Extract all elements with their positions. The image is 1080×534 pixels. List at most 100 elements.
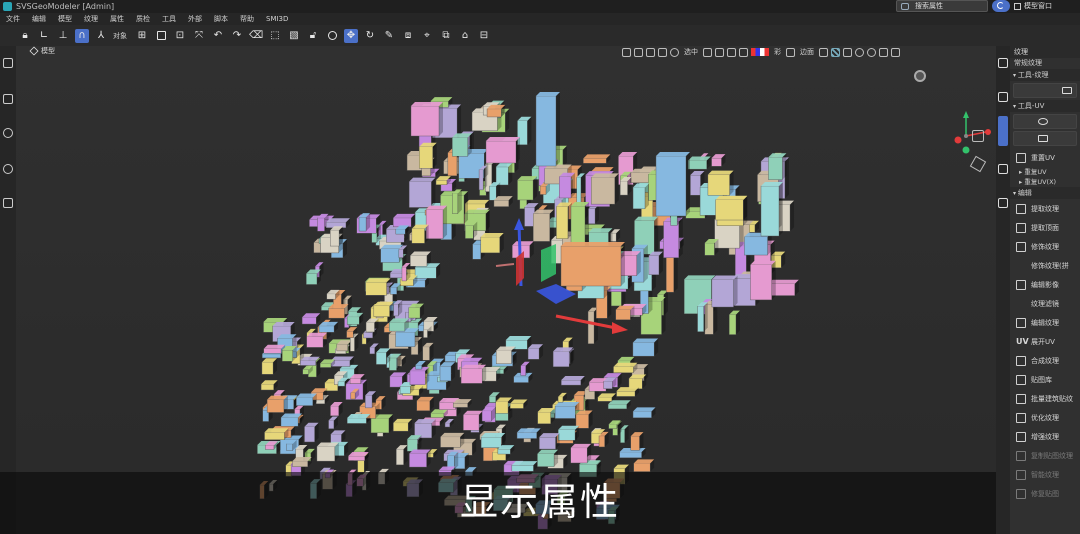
transform-tool[interactable]: ⤧	[192, 29, 206, 43]
measure-angle-tool[interactable]: ∟	[37, 29, 51, 43]
uv-tree-item-1[interactable]: 重复UV	[1010, 167, 1080, 177]
lock-tool[interactable]: 🔒︎	[18, 29, 32, 43]
eye-icon[interactable]	[658, 47, 667, 57]
select-mode-icon[interactable]	[670, 47, 679, 57]
uv-tree-item-2[interactable]: 重复UV(X)	[1010, 177, 1080, 187]
select-box-tool[interactable]: ⬚	[268, 29, 282, 43]
align-tool[interactable]: ⊞	[135, 29, 149, 43]
object-dropdown[interactable]: 对象	[113, 31, 127, 41]
view-mode-dropdown[interactable]: 模型	[29, 46, 55, 56]
menu-external[interactable]: 外部	[182, 14, 208, 24]
cube-icon[interactable]	[998, 58, 1008, 68]
menu-texture[interactable]: 纹理	[78, 14, 104, 24]
wire-icon[interactable]	[786, 47, 795, 57]
chart-tool[interactable]: ⧉	[439, 29, 453, 43]
panel-subtitle[interactable]: 常规纹理	[1010, 58, 1080, 69]
menu-help[interactable]: 帮助	[234, 14, 260, 24]
display-icon[interactable]	[622, 47, 631, 57]
camera-icon[interactable]	[646, 47, 655, 57]
3d-viewport[interactable]	[16, 46, 996, 534]
edit-item[interactable]: 贴图库	[1010, 370, 1080, 389]
reset-uv-button[interactable]: 重置UV	[1010, 148, 1080, 167]
list-icon[interactable]	[3, 94, 13, 104]
measure-height-tool[interactable]: ⊥	[56, 29, 70, 43]
clear-texture-button[interactable]	[1013, 83, 1077, 98]
undo-icon[interactable]: ↶	[211, 29, 225, 43]
pivot-tool[interactable]: ⊡	[173, 29, 187, 43]
edit-item[interactable]: UV 展开UV	[1010, 332, 1080, 351]
wrench-icon[interactable]	[998, 164, 1008, 174]
edit-item[interactable]: 提取顶面	[1010, 218, 1080, 237]
menu-script[interactable]: 脚本	[208, 14, 234, 24]
property-search-input[interactable]: 搜索属性	[896, 0, 988, 12]
color-mode-label[interactable]: 彩	[774, 47, 781, 57]
section-tool-uv[interactable]: 工具-UV	[1010, 100, 1080, 112]
layers-icon[interactable]	[3, 198, 13, 208]
texture-panel-icon[interactable]	[998, 116, 1008, 146]
edit-item[interactable]: 复制贴图纹理	[1010, 446, 1080, 465]
box-icon[interactable]	[819, 47, 828, 57]
section-edit[interactable]: 编辑	[1010, 187, 1080, 199]
menu-edit[interactable]: 编辑	[26, 14, 52, 24]
color-swatch-icon[interactable]	[751, 48, 769, 56]
settings-icon[interactable]	[867, 47, 876, 57]
cube-icon[interactable]	[3, 58, 13, 68]
texture-tool[interactable]: ▧	[287, 29, 301, 43]
tag-tool[interactable]: ⌖	[420, 29, 434, 43]
edit-item[interactable]: 提取纹理	[1010, 199, 1080, 218]
edit-item[interactable]: 修饰纹理	[1010, 237, 1080, 256]
snapshot-icon[interactable]	[879, 47, 888, 57]
edit-item[interactable]: 智能纹理	[1010, 465, 1080, 484]
shade-icon[interactable]	[715, 47, 724, 57]
section-tool-texture[interactable]: 工具-纹理	[1010, 69, 1080, 81]
frame-tool[interactable]: ⧈	[401, 29, 415, 43]
model-window-menu[interactable]: 模型窗口	[1014, 0, 1052, 12]
edit-item[interactable]: 编辑纹理	[1010, 313, 1080, 332]
uv-undo-button[interactable]	[1013, 114, 1077, 129]
grid-view-icon[interactable]	[739, 47, 748, 57]
redo-icon[interactable]: ↷	[230, 29, 244, 43]
edit-item[interactable]: 修复贴图	[1010, 484, 1080, 503]
building-tool[interactable]: ⌂	[458, 29, 472, 43]
checker-grid-icon[interactable]	[831, 47, 840, 57]
edit-item[interactable]: 合成纹理	[1010, 351, 1080, 370]
menu-model[interactable]: 模型	[52, 14, 78, 24]
point-icon[interactable]	[855, 47, 864, 57]
erase-tool[interactable]: ⌫	[249, 29, 263, 43]
edit-item[interactable]: 编辑影像	[1010, 275, 1080, 294]
uv-split-button[interactable]	[1013, 131, 1077, 146]
rotate-tool[interactable]: ↻	[363, 29, 377, 43]
view-sphere-icon[interactable]	[914, 70, 926, 82]
edit-item[interactable]: 增强纹理	[1010, 427, 1080, 446]
edit-item[interactable]: 纹理滤镜	[1010, 294, 1080, 313]
menu-tools[interactable]: 工具	[156, 14, 182, 24]
lock-object-tool[interactable]: 🔓︎	[306, 29, 320, 43]
edge-face-label[interactable]: 边面	[800, 47, 814, 57]
light-icon[interactable]	[703, 47, 712, 57]
render-icon[interactable]	[634, 47, 643, 57]
texture-view-icon[interactable]	[727, 47, 736, 57]
snap-tool[interactable]: ∩	[75, 28, 89, 43]
frame-icon[interactable]	[998, 92, 1008, 102]
book-icon[interactable]	[998, 198, 1008, 208]
layer-icon[interactable]	[843, 47, 852, 57]
edit-item[interactable]: 修饰纹理(拼	[1010, 256, 1080, 275]
sync-button[interactable]	[992, 0, 1010, 12]
fullscreen-icon[interactable]	[891, 47, 900, 57]
menu-qc[interactable]: 质检	[130, 14, 156, 24]
grid-tool[interactable]: ⊟	[477, 29, 491, 43]
axis-tool[interactable]: ⅄	[94, 29, 108, 43]
zoom-icon[interactable]	[3, 164, 13, 174]
select-mode-label[interactable]: 选中	[684, 47, 698, 57]
search-icon[interactable]	[3, 128, 13, 138]
building-view-icon[interactable]	[972, 130, 984, 142]
scale-tool[interactable]	[154, 29, 168, 43]
edit-item[interactable]: 批量建筑贴纹	[1010, 389, 1080, 408]
move-tool[interactable]: ✥	[344, 28, 358, 43]
camera-tool[interactable]	[325, 29, 339, 43]
menu-properties[interactable]: 属性	[104, 14, 130, 24]
edit-item[interactable]: 优化纹理	[1010, 408, 1080, 427]
edit-tool[interactable]: ✎	[382, 29, 396, 43]
menu-smi3d[interactable]: SMI3D	[260, 15, 294, 23]
menu-file[interactable]: 文件	[0, 14, 26, 24]
